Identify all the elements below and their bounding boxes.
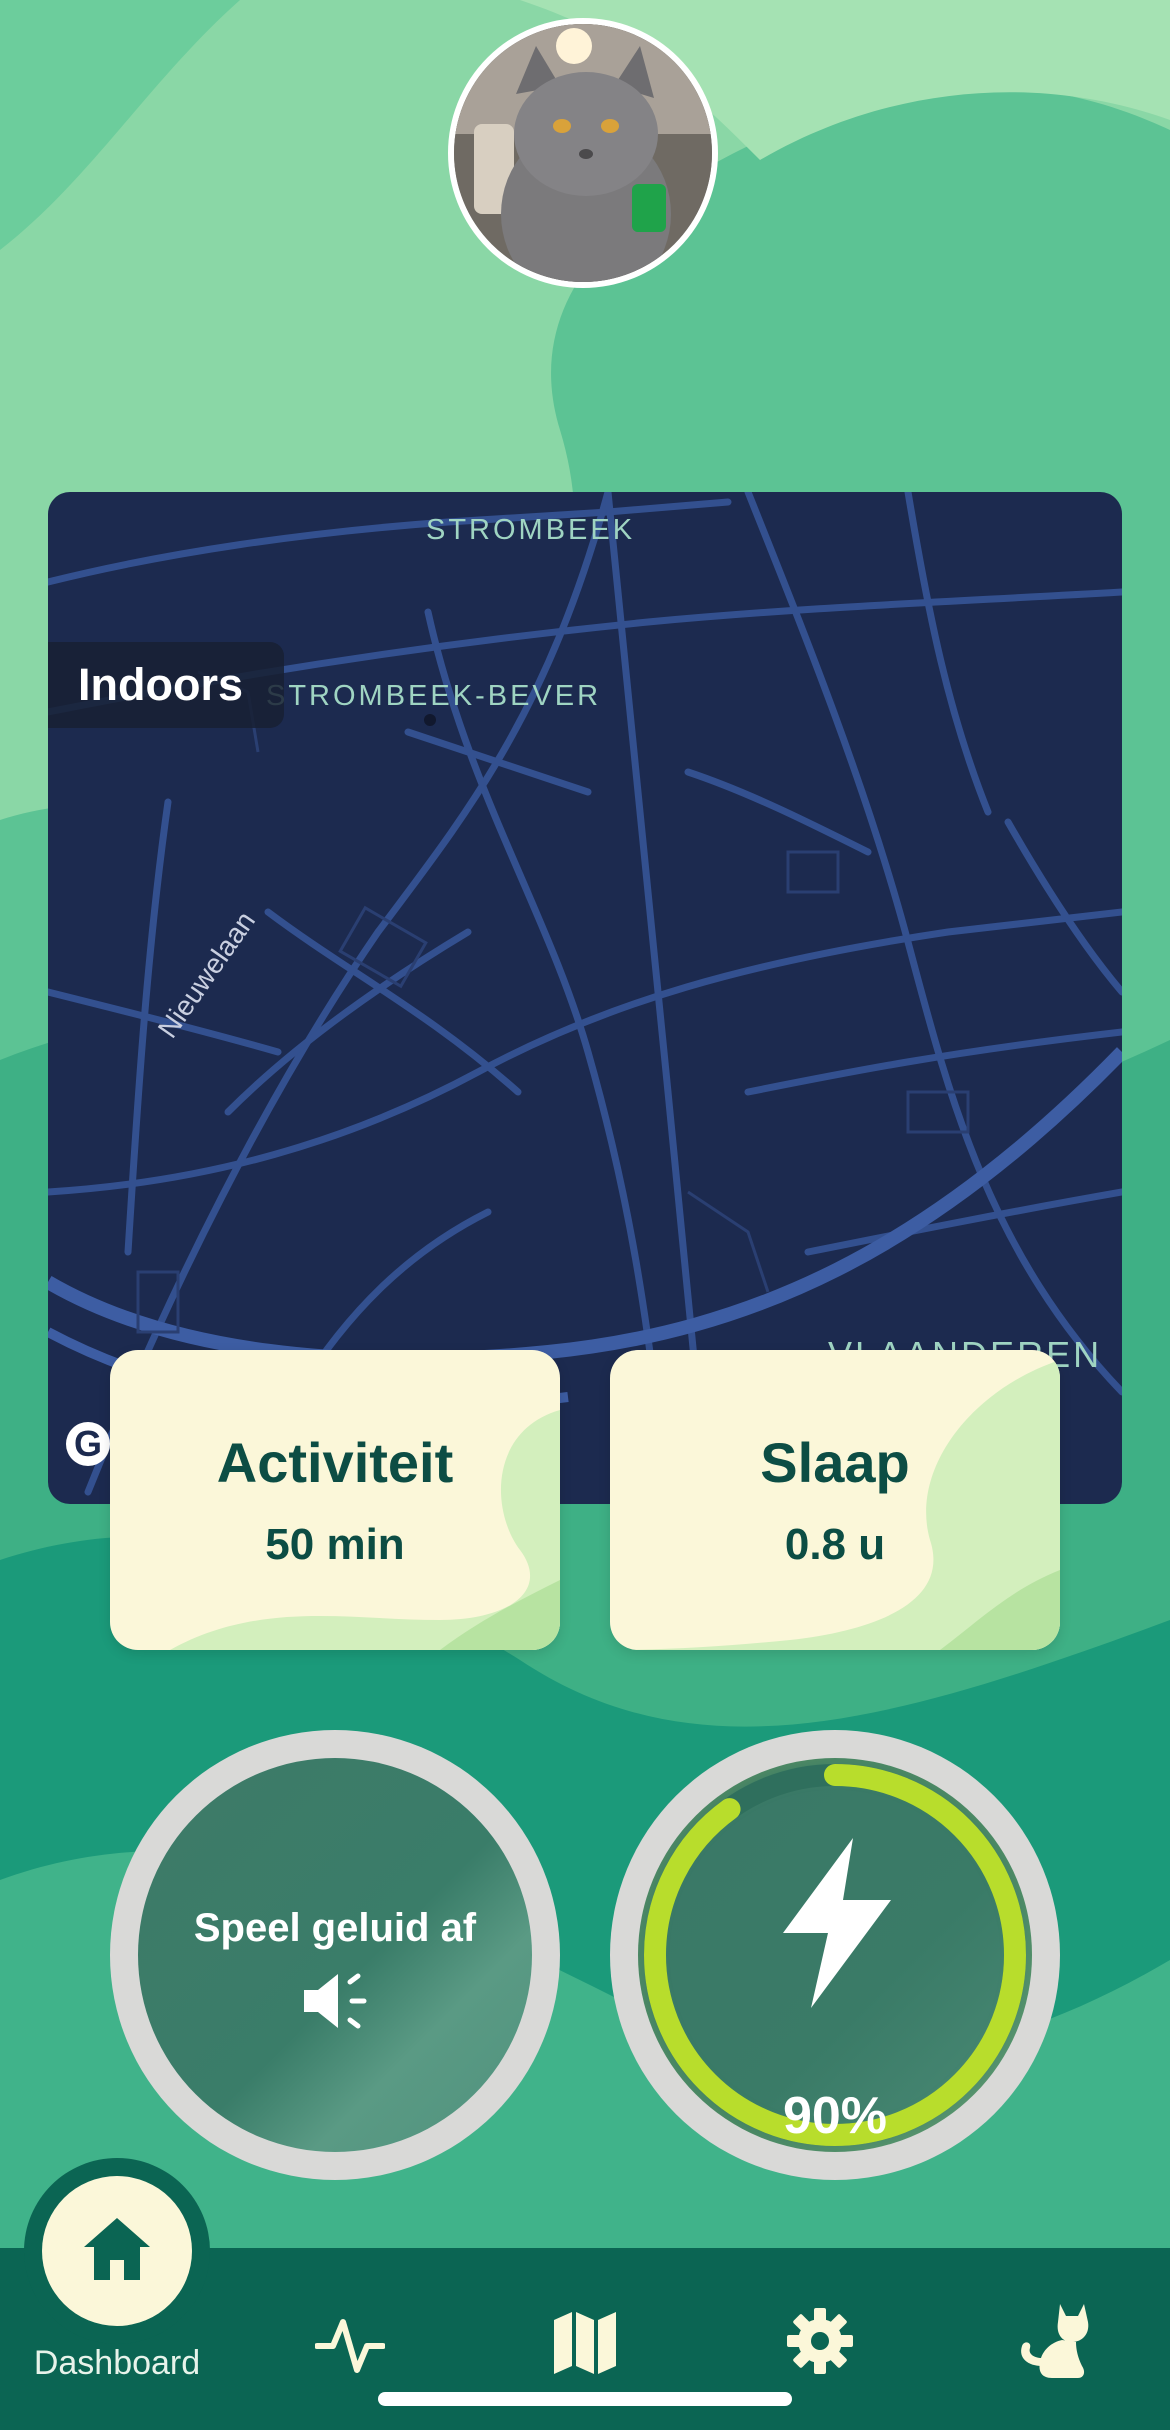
- nav-dashboard-button[interactable]: [42, 2176, 192, 2326]
- activity-card[interactable]: Activiteit 50 min: [110, 1350, 560, 1650]
- map-place-label: STROMBEEK-BEVER: [266, 680, 602, 712]
- cat-icon[interactable]: [1012, 2300, 1094, 2382]
- card-decoration: [610, 1360, 1060, 1650]
- battery-percentage: 90%: [782, 2087, 888, 2145]
- sleep-value: 0.8 u: [784, 1520, 886, 1569]
- battery-indicator[interactable]: 90%: [610, 1730, 1060, 2180]
- map-place-label: STROMBEEK: [426, 514, 636, 546]
- sleep-title: Slaap: [760, 1431, 910, 1494]
- speaker-icon: [304, 1973, 367, 2029]
- sleep-card[interactable]: Slaap 0.8 u: [610, 1350, 1060, 1650]
- card-decoration: [170, 1410, 560, 1650]
- settings-icon[interactable]: [785, 2306, 855, 2376]
- play-sound-label: Speel geluid af: [193, 1906, 477, 1950]
- cat-avatar[interactable]: [448, 18, 718, 288]
- activity-icon[interactable]: [315, 2308, 385, 2378]
- nav-dashboard-label: Dashboard: [33, 2344, 201, 2382]
- play-sound-button[interactable]: Speel geluid af: [110, 1730, 560, 2180]
- map-icon[interactable]: [550, 2306, 620, 2376]
- home-icon: [84, 2218, 150, 2280]
- activity-value: 50 min: [265, 1520, 405, 1569]
- indoors-status-badge: Indoors: [48, 642, 284, 728]
- activity-title: Activiteit: [216, 1431, 454, 1494]
- lightning-icon: [783, 1838, 891, 2008]
- google-logo: G: [66, 1422, 110, 1466]
- home-indicator: [378, 2392, 792, 2406]
- cat-photo: [454, 24, 712, 282]
